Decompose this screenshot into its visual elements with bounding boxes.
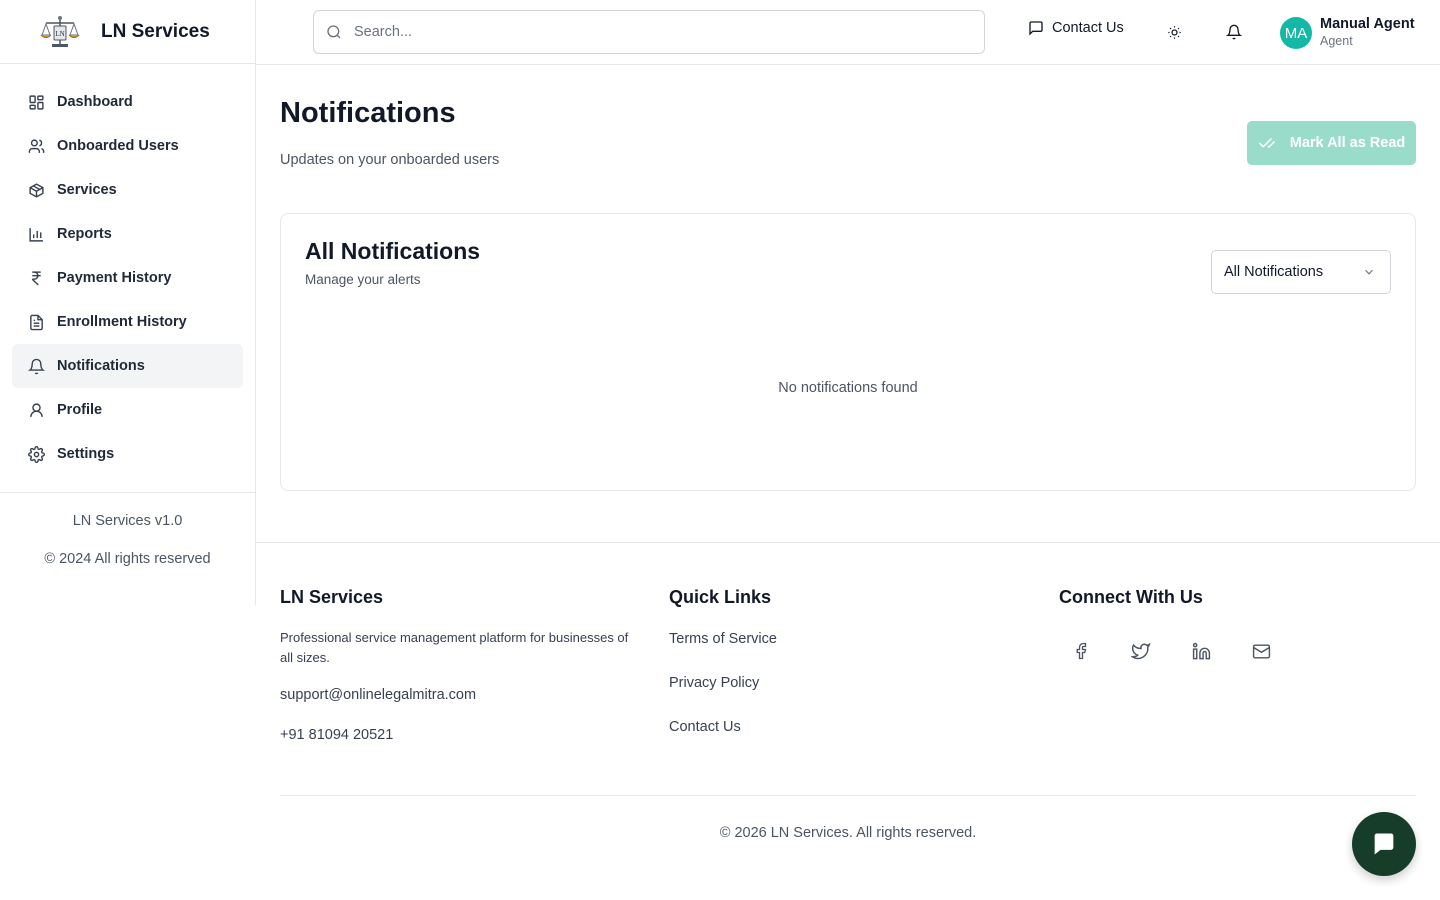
sidebar-item-label: Enrollment History: [57, 314, 187, 330]
message-square-icon: [1028, 20, 1044, 36]
sidebar-item-dashboard[interactable]: Dashboard: [12, 80, 243, 124]
footer-divider: [280, 795, 1416, 796]
sidebar-item-label: Onboarded Users: [57, 138, 179, 154]
document-icon: [28, 314, 45, 331]
footer-copyright: © 2026 LN Services. All rights reserved.: [719, 825, 977, 841]
sidebar-item-label: Notifications: [57, 358, 145, 374]
sidebar-item-enrollment-history[interactable]: Enrollment History: [12, 300, 243, 344]
sidebar-item-services[interactable]: Services: [12, 168, 243, 212]
mark-all-read-label: Mark All as Read: [1289, 135, 1406, 151]
brand[interactable]: LN LN Services: [0, 0, 255, 64]
facebook-icon[interactable]: [1069, 639, 1093, 663]
bar-chart-icon: [28, 226, 45, 243]
card-title: All Notifications: [305, 238, 481, 264]
contact-us-label: Contact Us: [1052, 20, 1124, 36]
connect-title: Connect With Us: [1059, 587, 1203, 607]
sidebar-item-profile[interactable]: Profile: [12, 388, 243, 432]
search-box[interactable]: [313, 10, 985, 54]
footer-brand-title: LN Services: [280, 587, 384, 607]
top-header: Contact Us MA Manual Agent Agent: [256, 0, 1440, 65]
contact-us-button[interactable]: Contact Us: [1028, 20, 1124, 36]
rupee-icon: [28, 270, 45, 287]
sidebar-footer: LN Services v1.0 © 2024 All rights reser…: [0, 492, 255, 567]
grid-icon: [28, 94, 45, 111]
avatar: MA: [1280, 17, 1312, 49]
sidebar-item-label: Reports: [57, 226, 112, 242]
user-role: Agent: [1320, 34, 1353, 48]
privacy-link[interactable]: Privacy Policy: [669, 675, 759, 691]
package-icon: [28, 182, 45, 199]
notification-filter-select[interactable]: All Notifications: [1211, 250, 1391, 294]
sidebar-item-settings[interactable]: Settings: [12, 432, 243, 476]
sun-icon: [1167, 25, 1182, 40]
user-menu[interactable]: MA Manual Agent Agent: [1280, 16, 1415, 50]
mark-all-read-button[interactable]: Mark All as Read: [1247, 121, 1416, 165]
check-check-icon: [1258, 134, 1276, 152]
app-version: LN Services v1.0: [72, 513, 183, 529]
sidebar-item-label: Services: [57, 182, 117, 198]
footer-email[interactable]: support@onlinelegalmitra.com: [280, 687, 476, 703]
sidebar-item-label: Settings: [57, 446, 115, 462]
card-subtitle: Manage your alerts: [305, 272, 421, 287]
scales-logo-icon: LN: [40, 15, 80, 49]
filter-selected-value: All Notifications: [1224, 264, 1324, 280]
sidebar-item-label: Dashboard: [57, 94, 133, 110]
gear-icon: [28, 445, 45, 463]
sidebar-item-onboarded-users[interactable]: Onboarded Users: [12, 124, 243, 168]
chat-bubble-icon: [1370, 830, 1398, 858]
page-title: Notifications: [280, 97, 456, 129]
search-input[interactable]: [354, 24, 954, 40]
linkedin-icon[interactable]: [1189, 639, 1213, 663]
sidebar-item-payment-history[interactable]: Payment History: [12, 256, 243, 300]
bell-icon: [28, 358, 45, 375]
page-subtitle: Updates on your onboarded users: [280, 152, 500, 168]
notifications-button[interactable]: [1222, 20, 1246, 44]
twitter-icon[interactable]: [1129, 639, 1153, 663]
bell-icon: [1226, 24, 1242, 40]
svg-text:LN: LN: [55, 30, 64, 38]
brand-name: LN Services: [101, 20, 210, 42]
empty-state-message: No notifications found: [778, 380, 918, 396]
user-icon: [28, 402, 45, 419]
theme-toggle-button[interactable]: [1162, 20, 1186, 44]
user-name: Manual Agent: [1320, 16, 1415, 32]
footer-phone[interactable]: +91 81094 20521: [280, 727, 393, 743]
sidebar-item-reports[interactable]: Reports: [12, 212, 243, 256]
sidebar-item-label: Profile: [57, 402, 103, 418]
contact-link[interactable]: Contact Us: [669, 719, 741, 735]
chevron-down-icon: [1362, 265, 1376, 279]
search-icon: [326, 24, 342, 40]
sidebar-item-label: Payment History: [57, 270, 172, 286]
sidebar-item-notifications[interactable]: Notifications: [12, 344, 243, 388]
sidebar: LN LN Services Dashboard Onboarded Users…: [0, 0, 256, 605]
chat-button[interactable]: [1352, 812, 1416, 876]
terms-link[interactable]: Terms of Service: [669, 631, 777, 647]
mail-icon[interactable]: [1249, 639, 1273, 663]
quick-links-title: Quick Links: [669, 587, 772, 607]
footer-description: Professional service management platform…: [280, 630, 629, 665]
notifications-card: All Notifications Manage your alerts All…: [280, 213, 1416, 491]
sidebar-nav: Dashboard Onboarded Users Services Repor…: [0, 64, 255, 476]
footer: LN Services Professional service managem…: [256, 542, 1440, 900]
sidebar-copyright: © 2024 All rights reserved: [44, 551, 211, 567]
users-icon: [28, 138, 45, 155]
